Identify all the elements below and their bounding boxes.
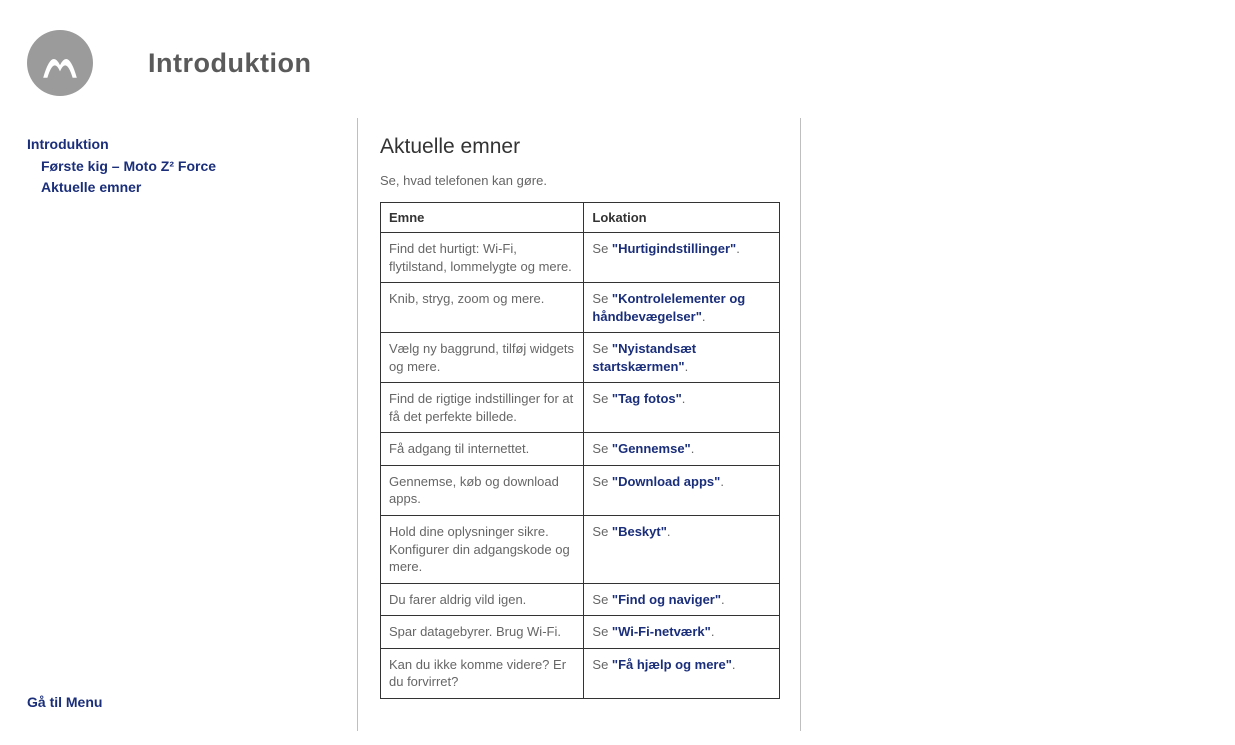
table-header-emne: Emne [381,203,584,233]
topic-link[interactable]: "Kontrolelementer og håndbevægelser" [592,291,745,324]
table-cell-lokation: Se "Få hjælp og mere". [584,648,780,698]
period: . [667,524,671,539]
period: . [685,359,689,374]
menu-link[interactable]: Gå til Menu [27,694,102,710]
period: . [702,309,706,324]
table-cell-emne: Knib, stryg, zoom og mere. [381,283,584,333]
content-title: Aktuelle emner [380,135,780,159]
content: Aktuelle emner Se, hvad telefonen kan gø… [380,135,780,699]
topic-link[interactable]: "Download apps" [612,474,720,489]
table-cell-emne: Du farer aldrig vild igen. [381,583,584,616]
table-cell-lokation: Se "Download apps". [584,465,780,515]
period: . [711,624,715,639]
table-row: Find det hurtigt: Wi-Fi, flytilstand, lo… [381,233,780,283]
sidebar-nav: Introduktion Første kig – Moto Z² Force … [27,135,337,198]
see-prefix: Se [592,241,612,256]
table-cell-emne: Find de rigtige indstillinger for at få … [381,383,584,433]
table-cell-lokation: Se "Gennemse". [584,433,780,466]
table-cell-emne: Få adgang til internettet. [381,433,584,466]
table-row: Du farer aldrig vild igen.Se "Find og na… [381,583,780,616]
table-header-row: Emne Lokation [381,203,780,233]
sidebar: Introduktion Første kig – Moto Z² Force … [27,135,337,200]
table-cell-emne: Gennemse, køb og download apps. [381,465,584,515]
table-cell-emne: Kan du ikke komme videre? Er du forvirre… [381,648,584,698]
table-row: Knib, stryg, zoom og mere.Se "Kontrolele… [381,283,780,333]
see-prefix: Se [592,391,612,406]
table-cell-emne: Hold dine oplysninger sikre. Konfigurer … [381,516,584,584]
see-prefix: Se [592,524,612,539]
topic-link[interactable]: "Få hjælp og mere" [612,657,732,672]
content-subtitle: Se, hvad telefonen kan gøre. [380,173,780,188]
table-cell-lokation: Se "Kontrolelementer og håndbevægelser". [584,283,780,333]
table-row: Vælg ny baggrund, tilføj widgets og mere… [381,333,780,383]
period: . [721,592,725,607]
table-cell-emne: Spar datagebyrer. Brug Wi-Fi. [381,616,584,649]
sidebar-item-aktuelle-emner[interactable]: Aktuelle emner [27,178,337,198]
topic-link[interactable]: "Find og naviger" [612,592,721,607]
period: . [682,391,686,406]
see-prefix: Se [592,291,612,306]
topics-table: Emne Lokation Find det hurtigt: Wi-Fi, f… [380,202,780,699]
topic-link[interactable]: "Beskyt" [612,524,667,539]
see-prefix: Se [592,474,612,489]
table-header-lokation: Lokation [584,203,780,233]
header: Introduktion [27,30,311,96]
see-prefix: Se [592,624,612,639]
see-prefix: Se [592,441,612,456]
table-row: Gennemse, køb og download apps.Se "Downl… [381,465,780,515]
table-row: Få adgang til internettet.Se "Gennemse". [381,433,780,466]
table-cell-lokation: Se "Nyistandsæt startskærmen". [584,333,780,383]
see-prefix: Se [592,592,612,607]
table-cell-emne: Vælg ny baggrund, tilføj widgets og mere… [381,333,584,383]
divider-right [800,118,801,731]
period: . [736,241,740,256]
table-row: Spar datagebyrer. Brug Wi-Fi.Se "Wi-Fi-n… [381,616,780,649]
table-cell-lokation: Se "Find og naviger". [584,583,780,616]
period: . [732,657,736,672]
table-cell-lokation: Se "Tag fotos". [584,383,780,433]
table-cell-lokation: Se "Hurtigindstillinger". [584,233,780,283]
table-cell-lokation: Se "Wi-Fi-netværk". [584,616,780,649]
see-prefix: Se [592,341,612,356]
topic-link[interactable]: "Gennemse" [612,441,691,456]
table-cell-emne: Find det hurtigt: Wi-Fi, flytilstand, lo… [381,233,584,283]
period: . [720,474,724,489]
sidebar-item-introduktion[interactable]: Introduktion [27,135,337,155]
topic-link[interactable]: "Hurtigindstillinger" [612,241,736,256]
page-title: Introduktion [148,48,311,79]
period: . [691,441,695,456]
table-row: Hold dine oplysninger sikre. Konfigurer … [381,516,780,584]
table-row: Find de rigtige indstillinger for at få … [381,383,780,433]
topic-link[interactable]: "Wi-Fi-netværk" [612,624,711,639]
table-cell-lokation: Se "Beskyt". [584,516,780,584]
motorola-logo-icon [27,30,93,96]
see-prefix: Se [592,657,612,672]
topic-link[interactable]: "Tag fotos" [612,391,682,406]
divider-left [357,118,358,731]
sidebar-item-forste-kig[interactable]: Første kig – Moto Z² Force [27,157,337,177]
table-row: Kan du ikke komme videre? Er du forvirre… [381,648,780,698]
